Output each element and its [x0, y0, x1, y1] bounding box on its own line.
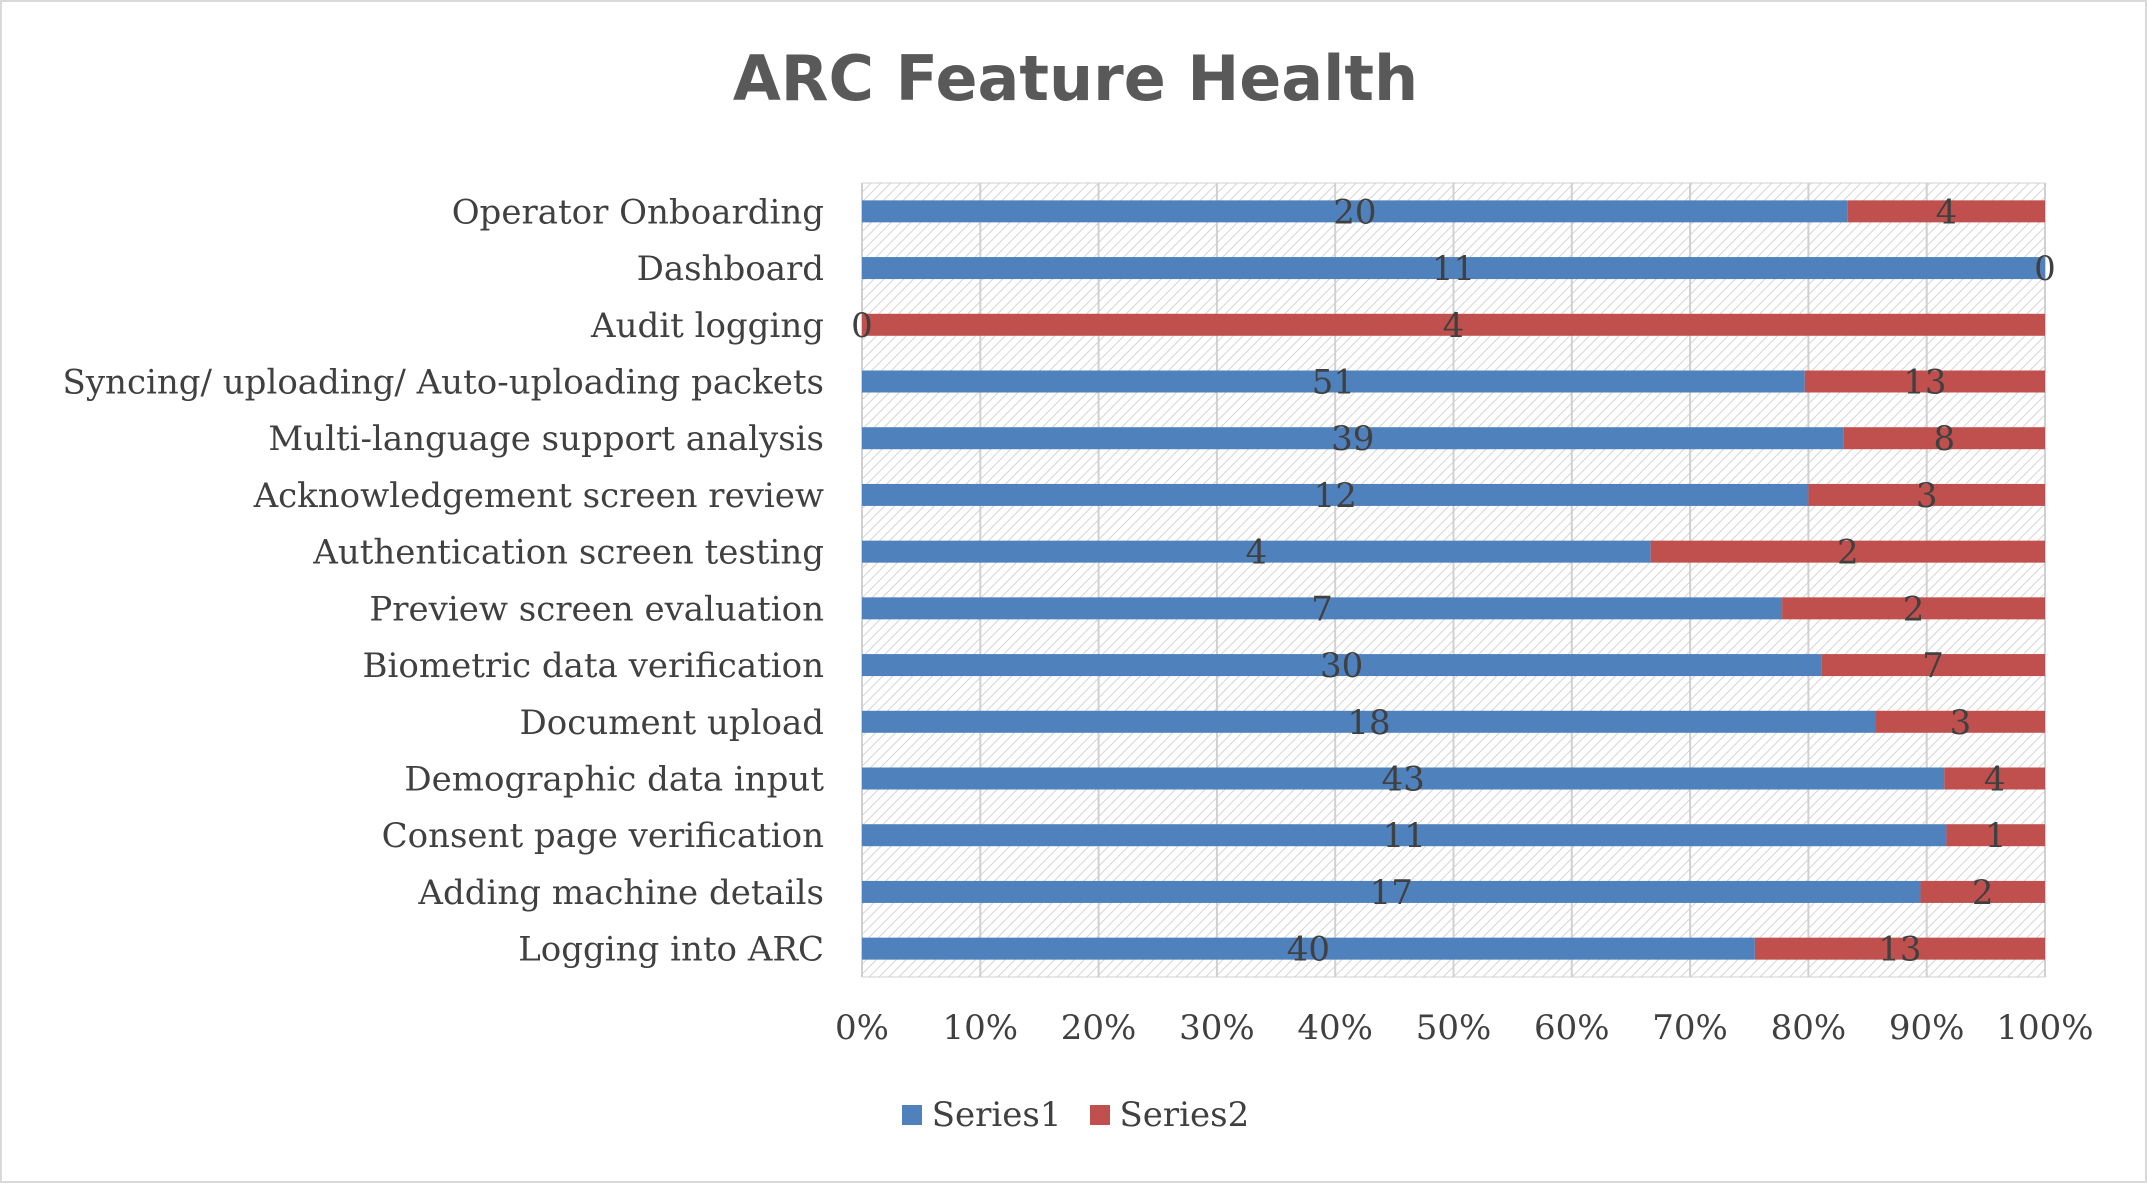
data-label-series1: 43: [1382, 760, 1425, 800]
x-tick-label: 50%: [1416, 1008, 1492, 1048]
category-label: Biometric data verification: [363, 646, 824, 686]
data-label-series2: 13: [1878, 930, 1921, 970]
x-tick-label: 70%: [1652, 1008, 1728, 1048]
legend-item: Series2: [1089, 1095, 1250, 1135]
x-tick-label: 20%: [1061, 1008, 1137, 1048]
data-label-series1: 7: [1311, 589, 1333, 629]
category-label: Adding machine details: [417, 873, 824, 913]
data-label-series1: 11: [1432, 249, 1475, 289]
category-label: Multi-language support analysis: [268, 419, 824, 459]
category-labels: Logging into ARC Adding machine details Co…: [63, 192, 825, 969]
data-label-series2: 2: [1903, 589, 1925, 629]
category-label: Dashboard: [637, 249, 824, 289]
category-label: Preview screen evaluation: [369, 589, 824, 629]
legend-swatch: [901, 1105, 922, 1125]
category-label: Syncing/ uploading/ Auto-uploading packe…: [63, 363, 824, 403]
category-label: Demographic data input: [404, 760, 824, 800]
category-label: Operator Onboarding: [452, 192, 824, 232]
category-label: Audit logging: [590, 306, 824, 346]
category-label: Acknowledgement screen review: [253, 476, 824, 516]
legend-label: Series2: [1119, 1095, 1250, 1135]
x-tick-label: 100%: [1996, 1008, 2093, 1048]
x-tick-label: 80%: [1771, 1008, 1847, 1048]
data-label-series1: 0: [851, 306, 873, 346]
x-tick-label: 30%: [1179, 1008, 1255, 1048]
data-label-series2: 2: [1972, 873, 1994, 913]
x-tick-label: 60%: [1534, 1008, 1610, 1048]
data-label-series2: 0: [2034, 249, 2056, 289]
data-label-series1: 39: [1331, 419, 1374, 459]
data-label-series1: 40: [1287, 930, 1330, 970]
data-label-series1: 30: [1320, 646, 1363, 686]
data-label-series2: 4: [1984, 760, 2006, 800]
data-label-series1: 12: [1314, 476, 1357, 516]
data-label-series2: 2: [1837, 533, 1859, 573]
data-label-series1: 11: [1383, 816, 1426, 856]
x-tick-label: 10%: [943, 1008, 1019, 1048]
data-label-series1: 4: [1246, 533, 1268, 573]
data-label-series2: 8: [1933, 419, 1955, 459]
data-label-series2: 3: [1950, 703, 1972, 743]
x-tick-label: 40%: [1297, 1008, 1373, 1048]
category-label: Authentication screen testing: [312, 533, 824, 573]
data-label-series1: 17: [1370, 873, 1413, 913]
category-label: Consent page verification: [382, 816, 824, 856]
data-label-series2: 4: [1443, 306, 1465, 346]
data-label-series1: 18: [1347, 703, 1390, 743]
legend-label: Series1: [931, 1095, 1062, 1135]
data-label-series2: 13: [1903, 363, 1946, 403]
category-label: Logging into ARC: [518, 930, 824, 970]
data-label-series2: 1: [1985, 816, 2007, 856]
category-label: Document upload: [520, 703, 824, 743]
data-label-series2: 7: [1922, 646, 1944, 686]
legend-item: Series1: [901, 1095, 1062, 1135]
legend: Series1 Series2: [2, 1094, 2147, 1135]
chart-area: ARC Feature Health 40 13 17 2 11 1 43 4 18 3 30 7 7 2…: [0, 0, 2147, 1183]
data-label-series1: 20: [1333, 192, 1376, 232]
data-label-series2: 3: [1916, 476, 1938, 516]
x-tick-label: 0%: [835, 1008, 889, 1048]
legend-swatch: [1089, 1105, 1110, 1125]
x-tick-label: 90%: [1889, 1008, 1965, 1048]
data-label-series1: 51: [1312, 363, 1355, 403]
data-label-series2: 4: [1936, 192, 1958, 232]
plot-svg: 40 1317 211 143 418 330 77 24 212 339 851 130 411 020…: [63, 182, 2094, 1048]
x-axis-ticks: 0% 10% 20% 30% 40% 50% 60% 70% 80% 90% 100%: [835, 1008, 2094, 1048]
